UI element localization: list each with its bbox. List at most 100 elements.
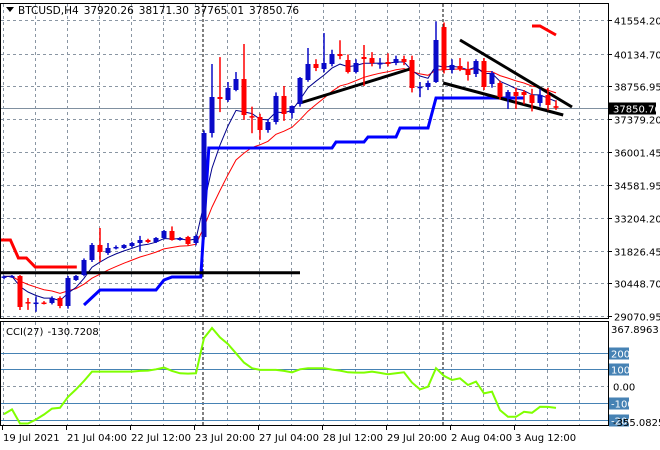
candle-body [81, 259, 87, 275]
price-axis-label: 41554.20 [614, 17, 660, 28]
candle-body [393, 58, 399, 63]
time-axis-label: 21 Jul 04:00 [67, 433, 127, 444]
candle-body [177, 237, 183, 240]
price-axis-label: 36001.45 [614, 149, 660, 160]
candle-body [89, 244, 95, 260]
cci-level-label: 200 [611, 350, 630, 361]
candle-body [297, 77, 303, 104]
candle-body [521, 91, 527, 95]
candle-body [529, 94, 535, 104]
cci-name: CCI(27) [6, 327, 44, 338]
candle [273, 92, 279, 125]
cci-axis-max: 367.8963 [611, 325, 659, 336]
btcusd-h4-chart[interactable]: 41554.20 40134.70 38756.95 37379.20 36001.45… [0, 0, 660, 450]
time-axis-label: 2 Aug 04:00 [451, 433, 512, 444]
header-high: 38171.30 [139, 5, 189, 17]
candle-body [201, 132, 207, 238]
candle-body [473, 61, 479, 75]
candle-body [41, 302, 47, 305]
candle [481, 58, 487, 91]
candle-body [185, 236, 191, 244]
candle-body [457, 65, 463, 69]
cci-axis-zero: 0.00 [613, 383, 635, 394]
candle [65, 275, 71, 309]
candle-body [497, 82, 503, 98]
time-axis-label: 3 Aug 12:00 [515, 433, 576, 444]
candle-body [537, 94, 543, 104]
candle-body [49, 297, 55, 304]
candle-body [25, 302, 31, 304]
candle-body [369, 57, 375, 63]
header-low: 37765.01 [194, 5, 244, 17]
candle-body [361, 56, 367, 59]
candle-body [345, 60, 351, 73]
candle-body [505, 91, 511, 98]
price-axis-label: 34581.95 [614, 182, 660, 193]
price-axis-label: 30448.70 [614, 280, 660, 291]
candle-body [113, 246, 119, 249]
candle [89, 243, 95, 262]
time-axis-label: 29 Jul 20:00 [387, 433, 447, 444]
cci-axis-min: -355.0825 [613, 418, 660, 429]
candle-body [105, 247, 111, 253]
cci-value: -130.7208 [47, 327, 98, 338]
candle-body [233, 79, 239, 90]
price-axis-label: 31826.45 [614, 248, 660, 259]
candle-body [137, 239, 143, 243]
time-axis-label: 22 Jul 12:00 [131, 433, 191, 444]
candle-body [425, 82, 431, 87]
candle-body [65, 277, 71, 306]
candle-body [465, 68, 471, 75]
candle-body [337, 54, 343, 57]
candle-body [401, 58, 407, 63]
header-close: 37850.76 [249, 5, 299, 17]
candle-body [249, 116, 255, 118]
cci-level-label: -100 [611, 400, 634, 411]
candle-body [513, 91, 519, 96]
candle [441, 22, 447, 74]
time-axis-label: 23 Jul 20:00 [195, 433, 255, 444]
candle-body [281, 95, 287, 114]
candle-body [217, 97, 223, 99]
price-axis-label: 29070.95 [614, 313, 660, 324]
candle [409, 55, 415, 93]
candle-body [409, 60, 415, 88]
time-axis-label: 19 Jul 2021 [3, 433, 60, 444]
candle-body [441, 27, 447, 70]
candle [185, 235, 191, 246]
price-axis-label: 38756.95 [614, 83, 660, 94]
cci-indicator-label: CCI(27) -130.7208 [6, 327, 99, 338]
candle [17, 275, 23, 310]
header-open: 37920.26 [84, 5, 134, 17]
candle [201, 130, 207, 240]
candle-body [1, 276, 7, 278]
candle-body [289, 105, 295, 113]
candle-body [489, 73, 495, 84]
candle-body [9, 275, 15, 278]
candle-body [305, 63, 311, 80]
price-axis-label: 37379.20 [614, 116, 660, 127]
current-price-label: 37850.76 [613, 105, 660, 116]
candle-body [145, 239, 151, 242]
candle-body [57, 297, 63, 306]
candle-body [73, 275, 79, 280]
candle-body [377, 62, 383, 65]
header-symbol: BTCUSD,H4 [18, 5, 79, 17]
candle-body [481, 61, 487, 87]
chart-header: BTCUSD,H4 37920.26 38171.30 37765.01 37850.7… [18, 5, 299, 17]
candle [497, 80, 503, 100]
candle-body [417, 86, 423, 89]
candle-body [313, 63, 319, 69]
candle-body [241, 79, 247, 116]
candle-body [129, 242, 135, 246]
candle-body [265, 121, 271, 130]
time-axis-label: 27 Jul 04:00 [259, 433, 319, 444]
candle-body [121, 244, 127, 248]
candle-body [321, 62, 327, 69]
candle [297, 77, 303, 107]
candle-body [385, 62, 391, 64]
candle-body [329, 54, 335, 64]
candle-body [273, 95, 279, 122]
candle-body [353, 62, 359, 73]
candle-body [545, 94, 551, 105]
